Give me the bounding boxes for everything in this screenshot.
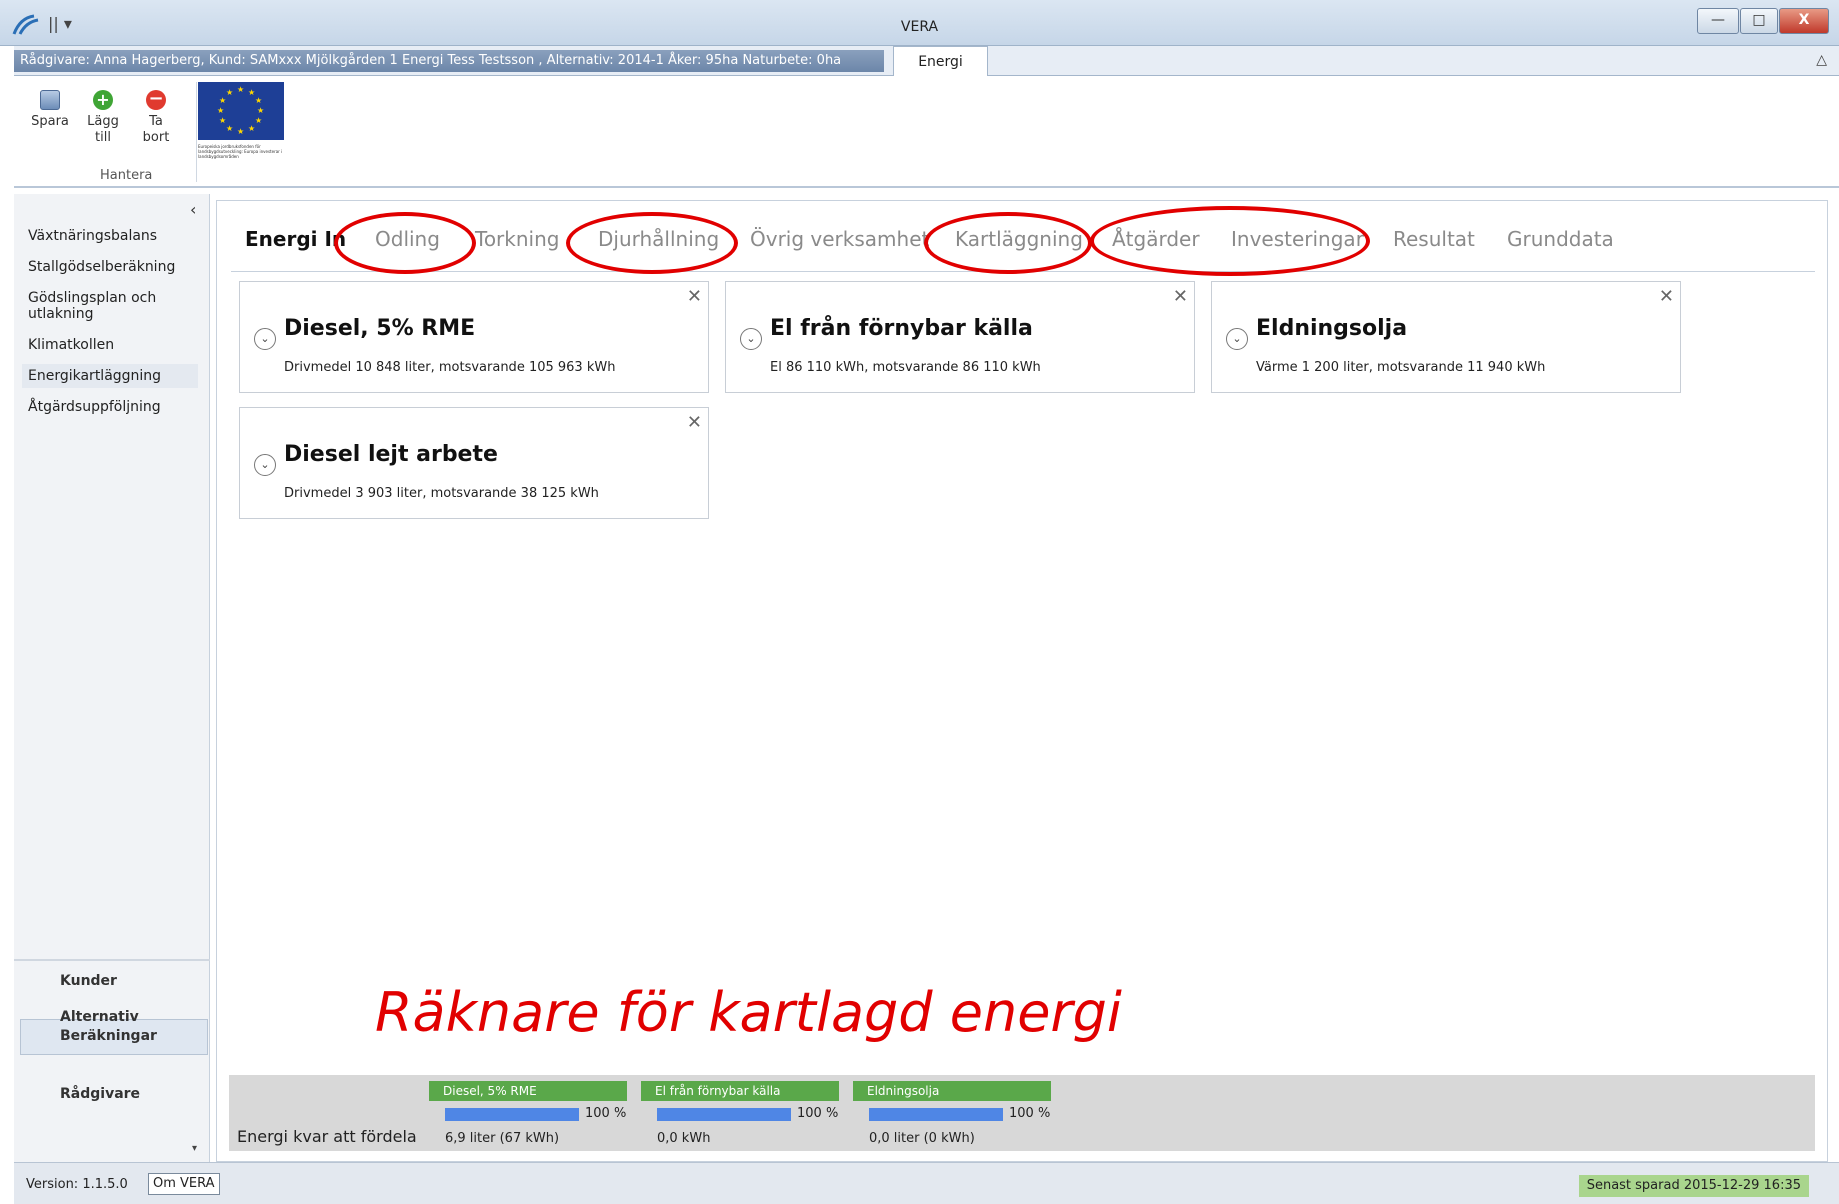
tab-djurhallning[interactable]: Djurhållning — [598, 227, 719, 251]
card-title: Eldningsolja — [1256, 316, 1408, 341]
tab-ovrig-verksamhet[interactable]: Övrig verksamhet — [750, 227, 929, 251]
add-label-2: till — [95, 130, 111, 145]
eu-fund-text: Europeiska jordbruksfonden för landsbygd… — [198, 144, 283, 159]
counter-bar-label: Energi kvar att fördela — [237, 1127, 417, 1146]
sidebar-item-energikartlaggning[interactable]: Energikartläggning — [22, 364, 198, 388]
counter-progress-fill — [445, 1108, 579, 1121]
chevron-down-icon[interactable]: ⌄ — [254, 454, 276, 476]
session-context-info: Rådgivare: Anna Hagerberg, Kund: SAMxxx … — [14, 50, 884, 72]
card-title: El från förnybar källa — [770, 316, 1033, 341]
counter-progress-bar — [445, 1108, 579, 1121]
remove-button[interactable]: − Ta bort — [136, 90, 176, 146]
version-label: Version: 1.1.5.0 — [26, 1177, 128, 1192]
tab-torkning[interactable]: Torkning — [475, 227, 559, 251]
remove-icon: − — [146, 90, 166, 110]
energy-card: ✕ ⌄ Eldningsolja Värme 1 200 liter, mots… — [1211, 281, 1681, 393]
tab-energi-in[interactable]: Energi In — [245, 227, 346, 251]
sidebar-item-godslingsplan[interactable]: Gödslingsplan och utlakning — [28, 290, 178, 322]
sidebar-item-stallgodselberakning[interactable]: Stallgödselberäkning — [28, 259, 204, 275]
counter-percent: 100 % — [1009, 1106, 1051, 1121]
card-detail: El 86 110 kWh, motsvarande 86 110 kWh — [770, 360, 1041, 375]
energy-card: ✕ ⌄ Diesel, 5% RME Drivmedel 10 848 lite… — [239, 281, 709, 393]
save-label: Spara — [31, 114, 69, 129]
ribbon: Spara + Lägg till − Ta bort Hantera ★ ★ … — [14, 76, 1839, 188]
tab-divider — [231, 271, 1815, 272]
ribbon-separator — [196, 82, 197, 182]
energy-card: ✕ ⌄ Diesel lejt arbete Drivmedel 3 903 l… — [239, 407, 709, 519]
window-title: VERA — [900, 19, 939, 35]
chevron-down-icon[interactable]: ⌄ — [740, 328, 762, 350]
counter-progress-bar — [869, 1108, 1003, 1121]
eu-flag-logo: ★ ★ ★ ★ ★ ★ ★ ★ ★ ★ ★ ★ Europeiska jordb… — [198, 82, 294, 174]
nav-button-radgivare[interactable]: Rådgivare — [60, 1086, 140, 1102]
add-button[interactable]: + Lägg till — [82, 90, 124, 146]
save-icon — [40, 90, 60, 110]
energy-counter: Diesel, 5% RME 100 % 6,9 liter (67 kWh) — [429, 1081, 627, 1147]
sidebar: ‹ Växtnäringsbalans Stallgödselberäkning… — [14, 194, 210, 1162]
close-icon[interactable]: ✕ — [1173, 286, 1188, 307]
eu-flag-icon: ★ ★ ★ ★ ★ ★ ★ ★ ★ ★ ★ ★ — [198, 82, 284, 140]
add-label: Lägg — [87, 114, 119, 129]
sidebar-item-klimatkollen[interactable]: Klimatkollen — [28, 337, 204, 353]
about-button[interactable]: Om VERA — [148, 1173, 220, 1195]
card-detail: Drivmedel 3 903 liter, motsvarande 38 12… — [284, 486, 599, 501]
ribbon-tab-energi[interactable]: Energi — [893, 46, 988, 77]
counter-remaining: 0,0 kWh — [657, 1131, 711, 1146]
card-detail: Värme 1 200 liter, motsvarande 11 940 kW… — [1256, 360, 1546, 375]
counter-name: El från förnybar källa — [641, 1081, 839, 1101]
sidebar-collapse-icon[interactable]: ‹ — [190, 200, 196, 219]
counter-progress-fill — [869, 1108, 1003, 1121]
close-icon[interactable]: ✕ — [1659, 286, 1674, 307]
status-bar: Version: 1.1.5.0 Om VERA Senast sparad 2… — [14, 1162, 1839, 1204]
card-title: Diesel lejt arbete — [284, 442, 498, 467]
remove-label: Ta — [149, 114, 163, 129]
nav-button-kunder[interactable]: Kunder — [60, 973, 117, 989]
close-window-button[interactable]: X — [1779, 8, 1829, 34]
annotation-text: Räknare för kartlagd energi — [375, 981, 1122, 1044]
counter-progress-bar — [657, 1108, 791, 1121]
sidebar-item-vaxtnaringsbalans[interactable]: Växtnäringsbalans — [28, 228, 204, 244]
tab-kartlaggning[interactable]: Kartläggning — [955, 227, 1083, 251]
energy-counter-bar: Energi kvar att fördela Diesel, 5% RME 1… — [229, 1075, 1815, 1151]
sidebar-navigation-buttons: Kunder Alternativ Beräkningar Rådgivare … — [14, 959, 210, 1159]
counter-percent: 100 % — [797, 1106, 839, 1121]
sidebar-item-atgardsuppfoljning[interactable]: Åtgärdsuppföljning — [28, 399, 204, 415]
close-icon[interactable]: ✕ — [687, 412, 702, 433]
main-panel: Energi In Odling Torkning Djurhållning Ö… — [216, 200, 1828, 1162]
last-saved-badge: Senast sparad 2015-12-29 16:35 — [1578, 1175, 1809, 1197]
maximize-button[interactable]: □ — [1740, 8, 1778, 34]
counter-progress-fill — [657, 1108, 791, 1121]
remove-label-2: bort — [142, 130, 170, 145]
nav-button-berakningar[interactable]: Beräkningar — [60, 1028, 157, 1044]
counter-remaining: 0,0 liter (0 kWh) — [869, 1131, 975, 1146]
save-button[interactable]: Spara — [26, 90, 74, 130]
tab-resultat[interactable]: Resultat — [1393, 227, 1475, 251]
energy-counter: Eldningsolja 100 % 0,0 liter (0 kWh) — [853, 1081, 1051, 1147]
close-icon[interactable]: ✕ — [687, 286, 702, 307]
energy-counter: El från förnybar källa 100 % 0,0 kWh — [641, 1081, 839, 1147]
ribbon-collapse-icon[interactable]: △ — [1816, 52, 1827, 68]
counter-name: Eldningsolja — [853, 1081, 1051, 1101]
chevron-down-icon[interactable]: ⌄ — [254, 328, 276, 350]
tab-grunddata[interactable]: Grunddata — [1507, 227, 1614, 251]
tab-atgarder[interactable]: Åtgärder — [1112, 227, 1200, 251]
tab-investeringar[interactable]: Investeringar — [1231, 227, 1364, 251]
minimize-button[interactable]: — — [1697, 8, 1739, 34]
chevron-down-icon[interactable]: ▾ — [192, 1143, 197, 1154]
context-bar: Rådgivare: Anna Hagerberg, Kund: SAMxxx … — [14, 46, 1839, 77]
ribbon-group-label: Hantera — [100, 168, 153, 183]
energy-card: ✕ ⌄ El från förnybar källa El 86 110 kWh… — [725, 281, 1195, 393]
tab-odling[interactable]: Odling — [375, 227, 440, 251]
counter-name: Diesel, 5% RME — [429, 1081, 627, 1101]
counter-percent: 100 % — [585, 1106, 627, 1121]
nav-button-alternativ[interactable]: Alternativ — [60, 1009, 139, 1025]
counter-remaining: 6,9 liter (67 kWh) — [445, 1131, 560, 1146]
add-icon: + — [93, 90, 113, 110]
chevron-down-icon[interactable]: ⌄ — [1226, 328, 1248, 350]
title-bar: || ▾ VERA — □ X — [0, 0, 1839, 46]
card-detail: Drivmedel 10 848 liter, motsvarande 105 … — [284, 360, 616, 375]
card-title: Diesel, 5% RME — [284, 316, 476, 341]
